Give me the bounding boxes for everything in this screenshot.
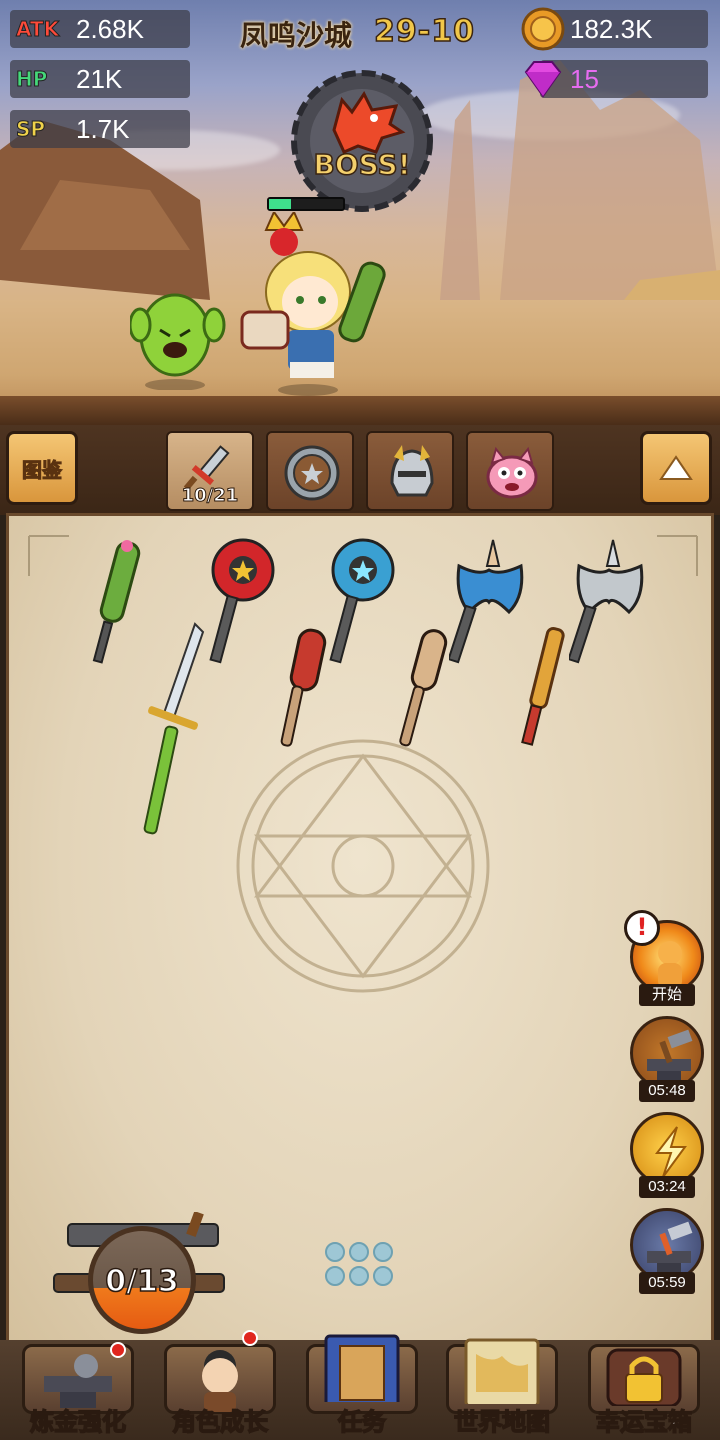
sp-label: SP (16, 117, 46, 142)
nav-alchemy[interactable]: 炼金强化 (16, 1342, 140, 1437)
pet-tab-icon (486, 446, 538, 499)
hero-character (240, 212, 386, 396)
nav-world-map[interactable]: 世界地图 (440, 1338, 564, 1437)
nav-quests[interactable]: 任务 (300, 1334, 424, 1437)
locked-chest-icon (606, 1348, 682, 1406)
shield-tab-icon (284, 445, 340, 501)
red-star-mace[interactable] (205, 536, 277, 666)
fire-hero-label: 开始 (639, 984, 695, 1006)
golden-baton[interactable] (517, 624, 577, 748)
lightning-boost-button[interactable] (630, 1112, 704, 1186)
cactus-monster (130, 293, 226, 390)
anvil-boost-button-2[interactable] (630, 1208, 704, 1282)
notification-badge (242, 1330, 258, 1346)
gold-counter[interactable]: 182.3K (521, 7, 708, 51)
gold-value: 182.3K (570, 13, 653, 44)
forge-progress-label: 0/13 (104, 1263, 179, 1300)
nav-label: 幸运宝箱 (595, 1407, 693, 1437)
sp-stat: SP 1.7K (10, 110, 190, 148)
nav-label: 任务 (337, 1407, 387, 1437)
page-dot[interactable] (325, 1266, 345, 1286)
page-dot[interactable] (349, 1266, 369, 1286)
nav-label: 世界地图 (453, 1407, 551, 1437)
silver-battle-axe[interactable] (569, 536, 649, 666)
spiked-club[interactable] (271, 626, 335, 750)
atk-label: ATK (16, 17, 60, 42)
nav-character[interactable]: 角色成长 (158, 1330, 282, 1437)
page-dot[interactable] (349, 1242, 369, 1262)
page-dot[interactable] (373, 1242, 393, 1262)
hp-label: HP (16, 67, 48, 92)
nav-label: 炼金强化 (29, 1407, 127, 1437)
pink-gem-icon (524, 61, 562, 98)
alert-badge: ! (624, 910, 660, 946)
hp-value: 21K (76, 63, 123, 94)
scene-edge (0, 396, 720, 425)
forge-progress[interactable]: 0/13 (88, 1226, 196, 1334)
equipment-tabs: 图鉴 10/21 (0, 425, 720, 515)
sp-value: 1.7K (76, 113, 130, 144)
wooden-club[interactable] (393, 626, 457, 750)
world-map-icon (464, 1338, 540, 1404)
tab-weapons[interactable]: 10/21 (166, 431, 254, 511)
blue-star-mace[interactable] (325, 536, 397, 666)
quest-book-icon (324, 1334, 400, 1402)
anvil-boost-timer: 05:48 (639, 1080, 695, 1102)
tab-pets[interactable] (466, 431, 554, 511)
bottom-nav: 炼金强化 角色成长 任务 世界地图 幸运宝箱 (0, 1330, 720, 1440)
atk-value: 2.68K (76, 13, 144, 44)
chevron-up-icon (659, 455, 693, 480)
location-name: 凤鸣沙城 (240, 19, 353, 52)
page-dot[interactable] (373, 1266, 393, 1286)
stage-number: 29-10 (373, 13, 475, 50)
gem-value: 15 (570, 63, 599, 94)
anvil-boost-button[interactable] (630, 1016, 704, 1090)
gold-coin-icon (521, 7, 565, 51)
atk-stat: ATK 2.68K (10, 10, 190, 48)
expand-button[interactable] (640, 431, 712, 505)
anvil-boost-timer-2: 05:59 (639, 1272, 695, 1294)
boss-hp-bar (267, 197, 345, 211)
nav-label: 角色成长 (171, 1407, 269, 1437)
tab-shields[interactable] (266, 431, 354, 511)
green-hilt-sword[interactable] (133, 620, 209, 840)
weapon-count: 10/21 (181, 485, 239, 507)
hp-stat: HP 21K (10, 60, 190, 98)
boss-label: BOSS! (313, 147, 412, 182)
nav-lucky-chest[interactable]: 幸运宝箱 (582, 1344, 706, 1437)
battle-scene: BOSS! ATK 2.68K HP 21K SP 1.7K 凤鸣沙城 29-1… (0, 0, 720, 425)
page-dot[interactable] (325, 1242, 345, 1262)
boss-emblem[interactable]: BOSS! (278, 66, 446, 216)
tab-helmets[interactable] (366, 431, 454, 511)
gem-counter[interactable]: 15 (524, 60, 708, 98)
codex-label: 图鉴 (22, 457, 63, 482)
boss-dragon-icon (291, 70, 433, 212)
notification-badge (110, 1342, 126, 1358)
codex-button[interactable]: 图鉴 (6, 431, 78, 505)
lightning-boost-timer: 03:24 (639, 1176, 695, 1198)
helmet-tab-icon (390, 445, 434, 497)
